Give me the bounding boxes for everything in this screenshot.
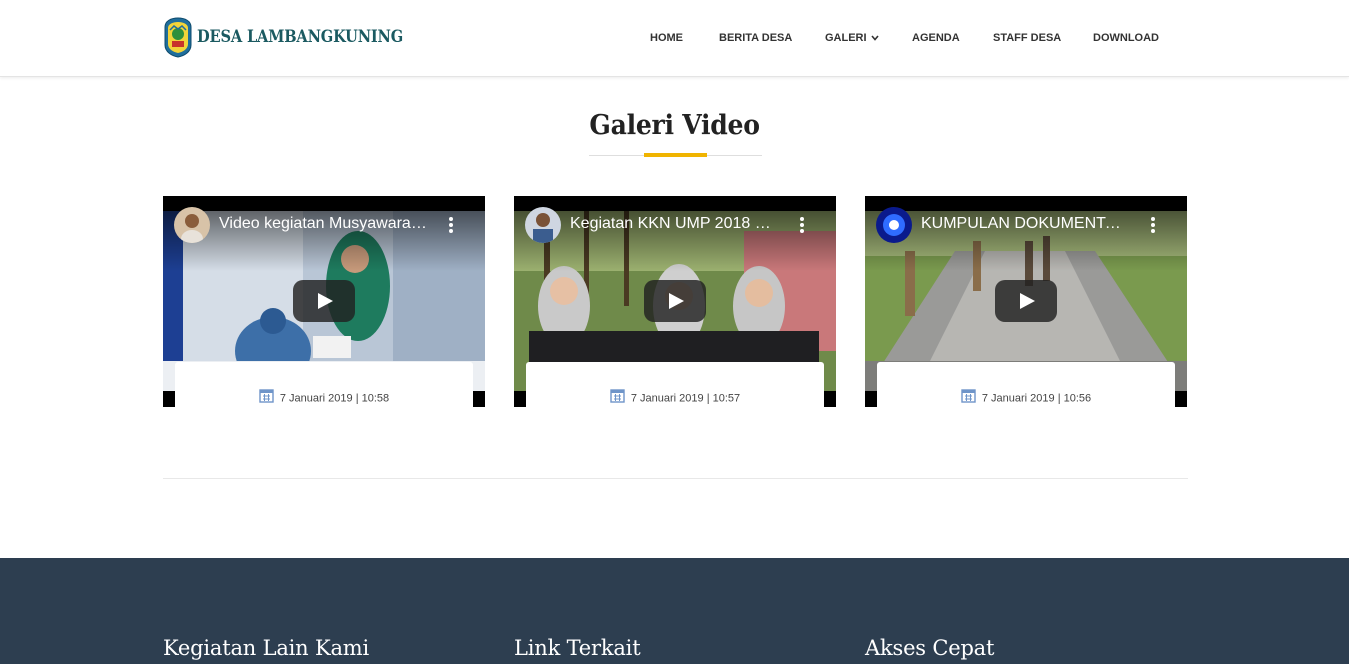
video-date: 7 Januari 2019 | 10:57 xyxy=(526,388,824,406)
footer-heading-link-terkait: Link Terkait xyxy=(514,636,641,660)
more-options-icon[interactable] xyxy=(800,216,804,234)
nav-galeri-label: GALERI xyxy=(825,32,867,44)
section-divider xyxy=(163,478,1188,479)
chevron-down-icon xyxy=(870,30,879,46)
play-button[interactable] xyxy=(644,280,706,322)
channel-avatar[interactable] xyxy=(876,207,912,243)
footer-heading-kegiatan: Kegiatan Lain Kami xyxy=(163,636,370,660)
footer-heading-akses-cepat: Akses Cepat xyxy=(865,636,995,660)
video-title[interactable]: Video kegiatan Musyawarah Desa Lambangku… xyxy=(219,215,429,233)
section-title-wrap: Galeri Video xyxy=(0,110,1349,141)
video-embed[interactable]: Video kegiatan Musyawarah Desa Lambangku… xyxy=(163,196,485,407)
play-button[interactable] xyxy=(293,280,355,322)
more-options-icon[interactable] xyxy=(1151,216,1155,234)
channel-avatar[interactable] xyxy=(525,207,561,243)
section-title: Galeri Video xyxy=(589,110,760,141)
nav-galeri[interactable]: GALERI xyxy=(825,30,879,46)
video-title[interactable]: KUMPULAN DOKUMENTASI DESA LAMBANGKUNING xyxy=(921,215,1131,233)
site-header: DESA LAMBANGKUNING HOME BERITA DESA GALE… xyxy=(0,0,1349,77)
nav-berita-desa[interactable]: BERITA DESA xyxy=(719,30,792,46)
nav-download[interactable]: DOWNLOAD xyxy=(1093,30,1159,46)
site-footer: Kegiatan Lain Kami Link Terkait Akses Ce… xyxy=(0,558,1349,664)
play-icon xyxy=(318,293,333,309)
play-icon xyxy=(1020,293,1035,309)
video-date-text: 7 Januari 2019 | 10:57 xyxy=(630,392,741,405)
video-date-card: 7 Januari 2019 | 10:56 xyxy=(877,362,1175,407)
nav-home[interactable]: HOME xyxy=(650,30,683,46)
calendar-icon xyxy=(961,388,976,406)
site-brand[interactable]: DESA LAMBANGKUNING xyxy=(163,16,437,58)
village-emblem-icon xyxy=(163,16,193,58)
more-options-icon[interactable] xyxy=(449,216,453,234)
video-date-text: 7 Januari 2019 | 10:56 xyxy=(981,392,1092,405)
site-name: DESA LAMBANGKUNING xyxy=(197,27,404,47)
video-title[interactable]: Kegiatan KKN UMP 2018 Kelompok 120 xyxy=(570,215,780,233)
calendar-icon xyxy=(259,388,274,406)
video-date-text: 7 Januari 2019 | 10:58 xyxy=(279,392,390,405)
nav-staff-desa[interactable]: STAFF DESA xyxy=(993,30,1061,46)
title-accent-bar xyxy=(644,153,707,157)
play-icon xyxy=(669,293,684,309)
calendar-icon xyxy=(610,388,625,406)
play-button[interactable] xyxy=(995,280,1057,322)
video-embed[interactable]: KUMPULAN DOKUMENTASI DESA LAMBANGKUNING … xyxy=(865,196,1187,407)
video-date: 7 Januari 2019 | 10:56 xyxy=(877,388,1175,406)
video-date-card: 7 Januari 2019 | 10:57 xyxy=(526,362,824,407)
video-embed[interactable]: Kegiatan KKN UMP 2018 Kelompok 120 7 Jan… xyxy=(514,196,836,407)
video-date: 7 Januari 2019 | 10:58 xyxy=(175,388,473,406)
video-date-card: 7 Januari 2019 | 10:58 xyxy=(175,362,473,407)
nav-agenda[interactable]: AGENDA xyxy=(912,30,960,46)
channel-avatar[interactable] xyxy=(174,207,210,243)
